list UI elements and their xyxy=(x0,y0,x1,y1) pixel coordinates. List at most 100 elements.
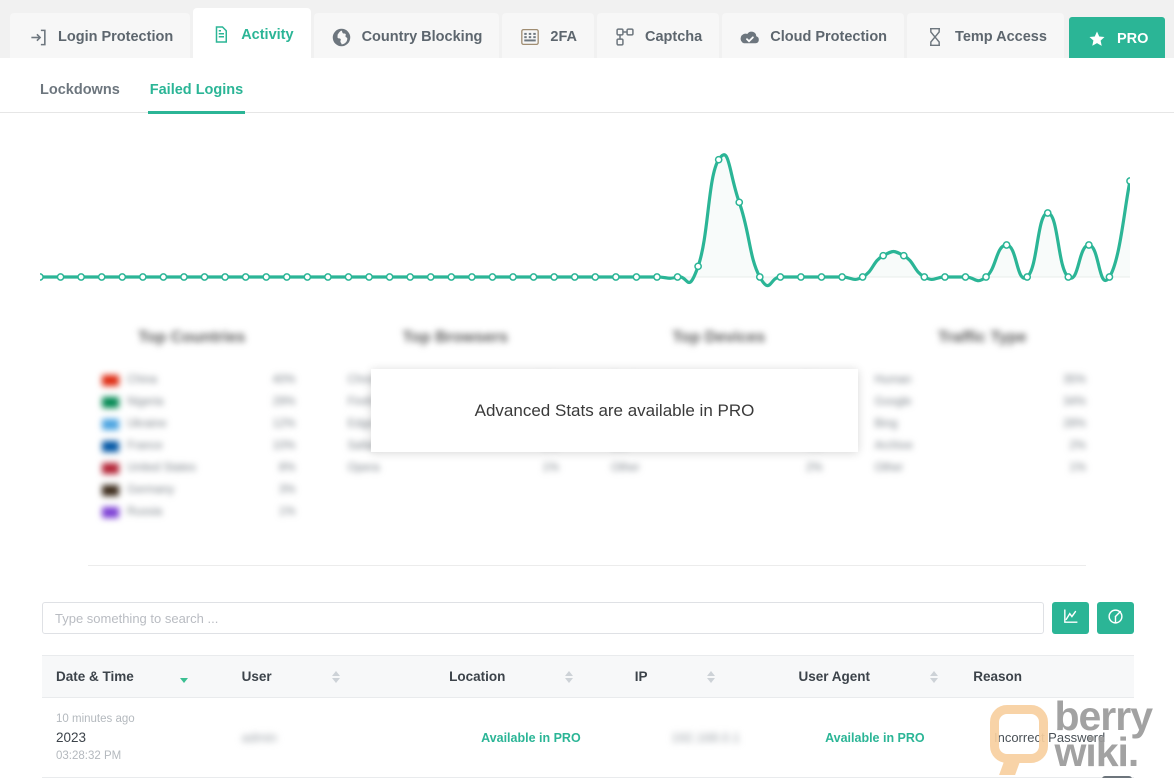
pie-button[interactable] xyxy=(1097,602,1134,634)
tab-cloud-protection[interactable]: Cloud Protection xyxy=(722,13,905,61)
chart-point[interactable] xyxy=(469,274,475,280)
chart-point[interactable] xyxy=(983,274,989,280)
tab-pro[interactable]: PRO xyxy=(1068,17,1166,61)
chart-point[interactable] xyxy=(304,274,310,280)
activity-page: Lockdowns Failed Logins Top Countries Chi… xyxy=(0,62,1174,778)
chart-point[interactable] xyxy=(757,274,763,280)
stats-row-value: 28% xyxy=(1062,418,1086,430)
chart-point[interactable] xyxy=(243,274,249,280)
sort-indicator[interactable] xyxy=(707,670,716,683)
advanced-stats-section: Top Countries China 40% Nigeria 29% Ukraine 12… xyxy=(0,329,1174,523)
chart-point[interactable] xyxy=(1106,274,1112,280)
chart-point[interactable] xyxy=(140,274,146,280)
tab-2fa[interactable]: 2FA xyxy=(502,13,595,61)
stats-row-value: 10% xyxy=(272,440,296,452)
tab-activity[interactable]: Activity xyxy=(193,8,311,61)
chart-point[interactable] xyxy=(160,274,166,280)
column-header-location[interactable]: Location xyxy=(435,655,621,698)
chart-point[interactable] xyxy=(880,253,886,259)
chart-point[interactable] xyxy=(428,274,434,280)
chart-point[interactable] xyxy=(798,274,804,280)
chart-button[interactable] xyxy=(1052,602,1089,634)
chart-point[interactable] xyxy=(592,274,598,280)
chart-point[interactable] xyxy=(777,274,783,280)
column-header-reason: Reason xyxy=(959,655,1134,698)
stats-row: Ukraine 12% xyxy=(70,413,314,435)
chart-point[interactable] xyxy=(448,274,454,280)
chart-point[interactable] xyxy=(325,274,331,280)
chart-point[interactable] xyxy=(613,274,619,280)
column-header-user-agent[interactable]: User Agent xyxy=(784,655,960,698)
chart-point[interactable] xyxy=(1086,242,1092,248)
column-label: Location xyxy=(449,669,506,684)
chart-point[interactable] xyxy=(839,274,845,280)
search-input[interactable] xyxy=(42,602,1044,634)
cell-user: admin xyxy=(227,697,436,778)
chart-point[interactable] xyxy=(551,274,557,280)
user-agent-pro-link[interactable]: Available in PRO xyxy=(825,731,925,745)
chart-point[interactable] xyxy=(633,274,639,280)
chart-point[interactable] xyxy=(1004,242,1010,248)
column-label: Reason xyxy=(973,669,1023,684)
chart-point[interactable] xyxy=(40,274,43,280)
chart-point[interactable] xyxy=(407,274,413,280)
tab-temp-access[interactable]: Temp Access xyxy=(907,13,1064,61)
cell-user-agent: Available in PRO xyxy=(784,697,960,778)
chart-point[interactable] xyxy=(201,274,207,280)
stats-row-value: 1% xyxy=(542,462,559,474)
chart-point[interactable] xyxy=(99,274,105,280)
chart-point[interactable] xyxy=(530,274,536,280)
chart-point[interactable] xyxy=(222,274,228,280)
stats-row-label: United States xyxy=(127,462,197,474)
sort-indicator[interactable] xyxy=(565,670,574,683)
chart-point[interactable] xyxy=(654,274,660,280)
chart-point[interactable] xyxy=(674,274,680,280)
tab-country-blocking[interactable]: Country Blocking xyxy=(313,13,500,61)
tab-label: Captcha xyxy=(645,29,703,45)
tab-login-protection[interactable]: Login Protection xyxy=(10,13,191,61)
sort-indicator-desc[interactable] xyxy=(179,671,188,683)
sort-indicator[interactable] xyxy=(930,670,939,683)
star-icon xyxy=(1086,28,1108,50)
chart-point[interactable] xyxy=(284,274,290,280)
chart-point[interactable] xyxy=(181,274,187,280)
chart-point[interactable] xyxy=(78,274,84,280)
stats-row-label: Russia xyxy=(127,506,163,518)
chart-point[interactable] xyxy=(942,274,948,280)
chart-point[interactable] xyxy=(366,274,372,280)
column-header-user[interactable]: User xyxy=(227,655,436,698)
chart-point[interactable] xyxy=(921,274,927,280)
chart-point[interactable] xyxy=(1127,178,1130,184)
chart-point[interactable] xyxy=(119,274,125,280)
sort-indicator[interactable] xyxy=(331,670,340,683)
chart-point[interactable] xyxy=(1065,274,1071,280)
subtab-lockdowns[interactable]: Lockdowns xyxy=(38,78,122,114)
chart-point[interactable] xyxy=(345,274,351,280)
chart-point[interactable] xyxy=(263,274,269,280)
column-header-ip[interactable]: IP xyxy=(620,655,785,698)
location-pro-link[interactable]: Available in PRO xyxy=(481,731,581,745)
time-value: 03:28:32 PM xyxy=(56,750,122,762)
chart-point[interactable] xyxy=(1024,274,1030,280)
chart-point[interactable] xyxy=(962,274,968,280)
stats-row: Other 1% xyxy=(861,457,1105,479)
chart-point[interactable] xyxy=(489,274,495,280)
stats-row-label: Germany xyxy=(127,484,175,496)
column-header-date-time[interactable]: Date & Time xyxy=(42,655,228,698)
chart-point[interactable] xyxy=(57,274,63,280)
chart-point[interactable] xyxy=(510,274,516,280)
chart-point[interactable] xyxy=(736,199,742,205)
country-flag-icon xyxy=(102,374,119,386)
chart-point[interactable] xyxy=(860,274,866,280)
chart-point[interactable] xyxy=(1045,210,1051,216)
chart-point[interactable] xyxy=(818,274,824,280)
tab-captcha[interactable]: Captcha xyxy=(597,13,720,61)
table-row[interactable]: 10 minutes ago 2023 03:28:32 PM admin Av… xyxy=(42,697,1134,778)
chart-point[interactable] xyxy=(901,253,907,259)
subtab-failed-logins[interactable]: Failed Logins xyxy=(147,78,246,114)
chart-point[interactable] xyxy=(387,274,393,280)
chart-point[interactable] xyxy=(572,274,578,280)
chart-point[interactable] xyxy=(716,157,722,163)
chart-point[interactable] xyxy=(695,263,701,269)
stats-row: Archive 2% xyxy=(861,435,1105,457)
